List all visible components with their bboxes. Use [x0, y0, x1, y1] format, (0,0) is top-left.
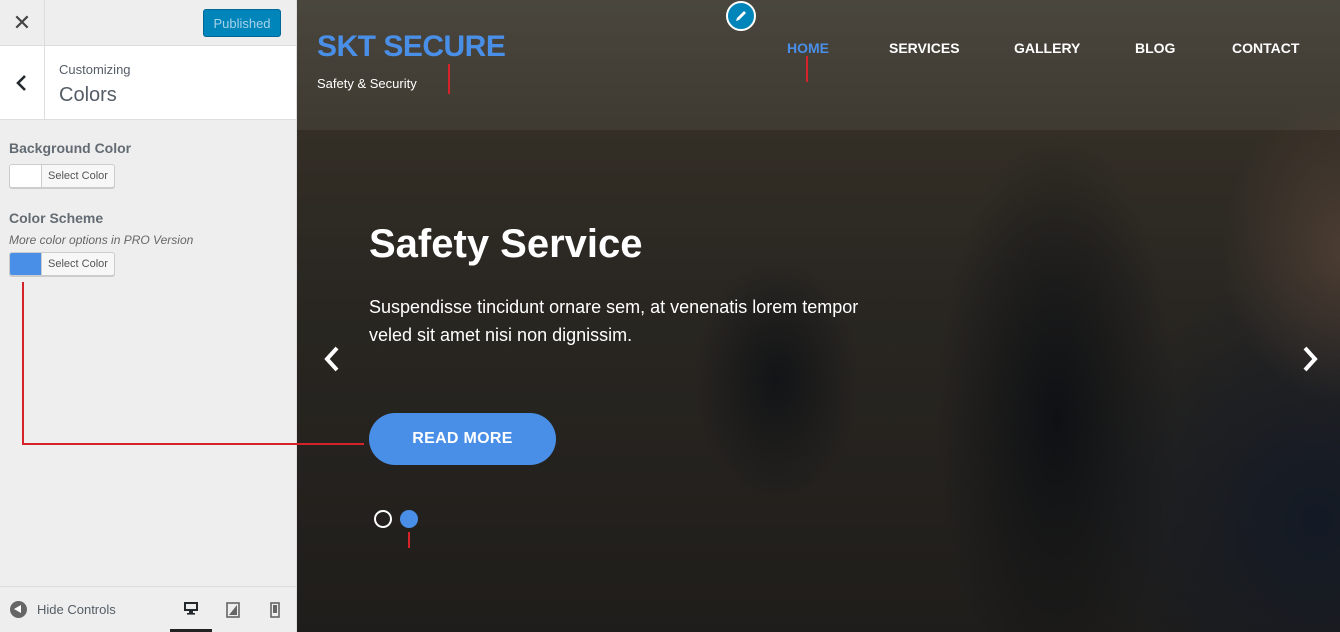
chevron-left-icon	[16, 75, 26, 91]
nav-gallery[interactable]: GALLERY	[1014, 40, 1080, 56]
annotation-line	[22, 443, 364, 445]
slide-text: Suspendisse tincidunt ornare sem, at ven…	[369, 297, 859, 345]
slider-prev-button[interactable]	[317, 340, 347, 378]
hide-controls-button[interactable]: Hide Controls	[10, 601, 116, 618]
close-customizer-button[interactable]: ✕	[0, 0, 45, 46]
site-logo[interactable]: SKT SECURE	[317, 30, 506, 64]
collapse-arrow-icon	[10, 601, 27, 618]
slider-dot-1[interactable]	[374, 510, 392, 528]
annotation-line	[806, 56, 808, 82]
read-more-button[interactable]: READ MORE	[369, 413, 556, 465]
preview-mobile-button[interactable]	[254, 587, 296, 632]
select-color-label: Select Color	[48, 258, 108, 270]
customizer-footer: Hide Controls	[0, 586, 296, 632]
color-scheme-control: Color Scheme More color options in PRO V…	[9, 210, 193, 276]
customizer-header: ✕ Published	[0, 0, 296, 46]
color-scheme-label: Color Scheme	[9, 210, 104, 226]
back-button[interactable]	[0, 46, 45, 120]
annotation-line	[448, 64, 450, 94]
nav-blog[interactable]: BLOG	[1135, 40, 1175, 56]
preview-tablet-button[interactable]	[212, 587, 254, 632]
background-color-control: Background Color Select Color	[9, 140, 131, 188]
chevron-right-icon	[1303, 346, 1318, 372]
color-scheme-picker[interactable]: Select Color	[9, 252, 115, 276]
site-preview: SKT SECURE Safety & Security HOME SERVIC…	[297, 0, 1340, 632]
desktop-icon	[184, 602, 198, 615]
tablet-icon	[226, 602, 240, 618]
nav-services[interactable]: SERVICES	[889, 40, 960, 56]
mobile-icon	[270, 602, 280, 618]
publish-button[interactable]: Published	[203, 9, 281, 37]
customizer-sidebar: ✕ Published Customizing Colors Backgroun…	[0, 0, 297, 632]
slider-next-button[interactable]	[1295, 340, 1325, 378]
pencil-icon	[736, 11, 746, 21]
site-header	[297, 0, 1340, 130]
preview-desktop-button[interactable]	[170, 587, 212, 632]
slide-title: Safety Service	[369, 222, 643, 266]
section-header: Customizing Colors	[0, 46, 296, 120]
annotation-line	[408, 532, 410, 548]
select-color-label: Select Color	[48, 170, 108, 182]
background-color-label: Background Color	[9, 140, 132, 156]
background-color-picker[interactable]: Select Color	[9, 164, 115, 188]
breadcrumb: Customizing	[59, 62, 131, 77]
site-tagline: Safety & Security	[317, 76, 417, 91]
nav-contact[interactable]: CONTACT	[1232, 40, 1299, 56]
slider-dot-2[interactable]	[400, 510, 418, 528]
close-icon: ✕	[12, 10, 32, 35]
section-title: Colors	[59, 84, 117, 106]
color-swatch	[10, 253, 42, 275]
edit-shortcut-button[interactable]	[726, 1, 756, 31]
color-swatch	[10, 165, 42, 187]
annotation-line	[22, 282, 24, 445]
nav-home[interactable]: HOME	[787, 40, 829, 56]
color-scheme-description: More color options in PRO Version	[9, 233, 194, 247]
hide-controls-label: Hide Controls	[37, 602, 116, 617]
chevron-left-icon	[324, 346, 339, 372]
